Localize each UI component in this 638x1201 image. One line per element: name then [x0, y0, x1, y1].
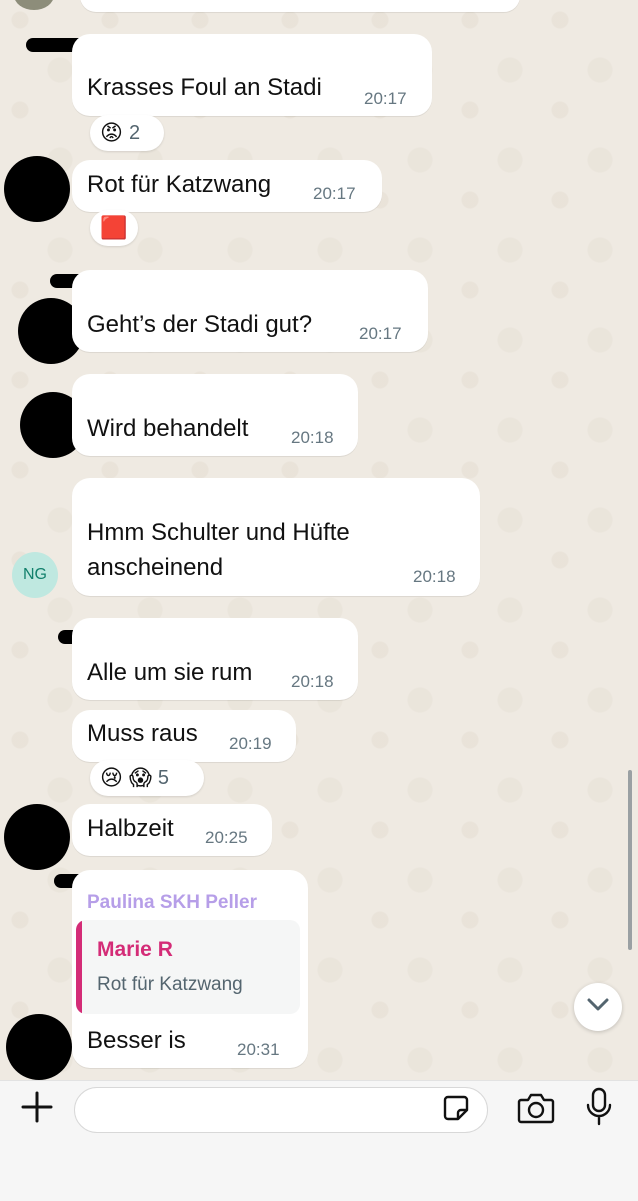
partial-message-bubble[interactable] [80, 0, 520, 12]
avatar[interactable] [4, 804, 70, 870]
microphone-icon [585, 1087, 613, 1132]
message-time: 20:17 [313, 184, 356, 203]
message-time: 20:17 [359, 324, 402, 343]
scroll-to-bottom-button[interactable] [574, 983, 622, 1031]
avatar[interactable] [6, 1014, 72, 1080]
angry-face-emoji: 😡 [100, 120, 123, 145]
message-bubble[interactable]: Halbzeit 20:25 [72, 804, 272, 856]
message-text: Hmm Schulter und Hüfte [87, 519, 350, 546]
message-bubble[interactable]: Wird behandelt 20:18 [72, 374, 358, 456]
quoted-text: Rot für Katzwang [97, 974, 243, 995]
reaction-badge[interactable]: 🟥 [90, 210, 138, 246]
message-time: 20:19 [229, 734, 272, 753]
message-time: 20:17 [364, 89, 407, 108]
message-text: Alle um sie rum [87, 659, 253, 686]
avatar[interactable] [4, 156, 70, 222]
reaction-count: 2 [128, 121, 141, 144]
message-time: 20:18 [291, 672, 334, 691]
message-time: 20:25 [205, 828, 248, 847]
reaction-badge[interactable]: 😡 2 [90, 115, 164, 151]
message-text: Krasses Foul an Stadi [87, 74, 322, 101]
message-bubble[interactable]: Krasses Foul an Stadi 20:17 [72, 34, 432, 116]
message-bubble[interactable]: Hmm Schulter und Hüfte anscheinend 20:18 [72, 478, 480, 596]
reply-sender-name: Paulina SKH Peller [87, 892, 258, 913]
message-time: 20:31 [237, 1040, 280, 1059]
scrollbar[interactable] [628, 770, 632, 950]
reaction-count: 5 [157, 766, 169, 789]
sticker-icon [442, 1094, 470, 1127]
quote-accent-bar [76, 920, 82, 1014]
message-bubble[interactable]: Rot für Katzwang 20:17 [72, 160, 382, 212]
crying-face-emoji: 😢 [100, 765, 123, 790]
message-text: Rot für Katzwang [87, 171, 272, 198]
message-text: anscheinend [87, 554, 224, 581]
camera-button[interactable] [516, 1090, 556, 1130]
message-text: Besser is [87, 1027, 186, 1054]
camera-icon [517, 1092, 555, 1129]
message-time: 20:18 [291, 428, 334, 447]
red-square-emoji: 🟥 [100, 215, 128, 240]
message-input[interactable] [74, 1087, 488, 1133]
message-bubble[interactable]: Muss raus 20:19 [72, 710, 296, 762]
quoted-message[interactable]: Marie R Rot für Katzwang [76, 920, 300, 1014]
message-time: 20:18 [413, 567, 456, 586]
message-bubble[interactable]: Alle um sie rum 20:18 [72, 618, 358, 700]
sticker-button[interactable] [440, 1094, 472, 1126]
message-text: Wird behandelt [87, 415, 249, 442]
chevron-down-icon [587, 998, 609, 1017]
screaming-face-emoji: 😱 [128, 765, 152, 790]
plus-icon [21, 1091, 53, 1128]
avatar-initials[interactable]: NG [12, 552, 58, 598]
quoted-sender-name: Marie R [97, 938, 173, 961]
message-text: Muss raus [87, 720, 198, 747]
message-text: Halbzeit [87, 815, 174, 842]
message-bubble[interactable]: Geht’s der Stadi gut? 20:17 [72, 270, 428, 352]
reaction-badge[interactable]: 😢 😱 5 [90, 760, 204, 796]
attach-button[interactable] [18, 1090, 56, 1128]
voice-message-button[interactable] [582, 1087, 616, 1132]
message-text: Geht’s der Stadi gut? [87, 311, 313, 338]
